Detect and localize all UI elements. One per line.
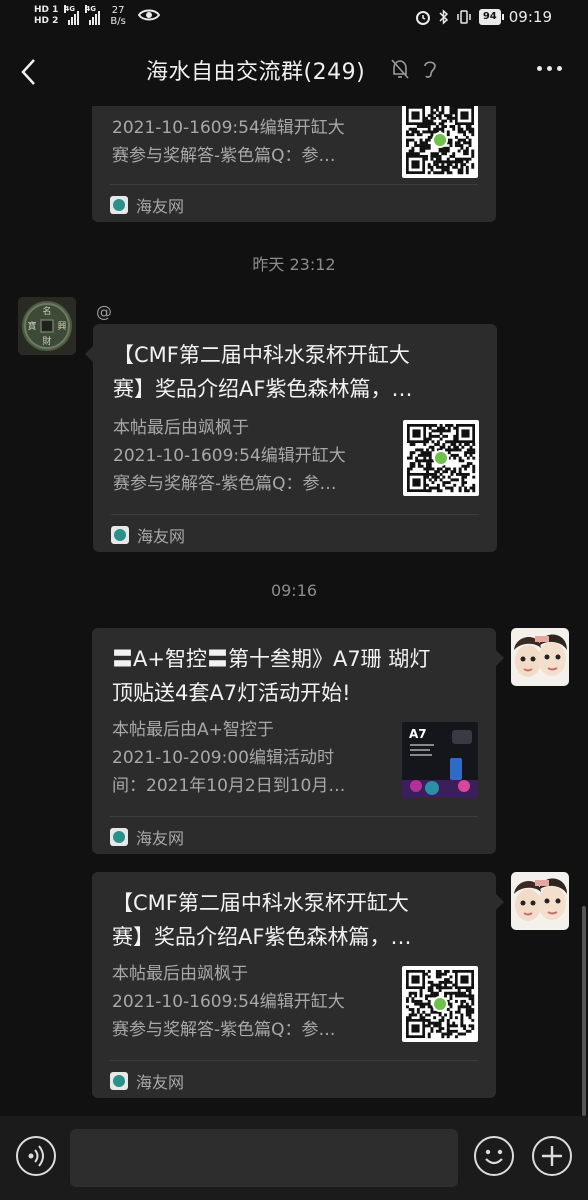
- coin-avatar-icon: 名 財 寶 興: [18, 297, 76, 355]
- more-icon[interactable]: [537, 66, 562, 71]
- qr-code-thumbnail: [403, 420, 479, 496]
- chat-header: 海水自由交流群(249): [0, 36, 588, 106]
- card-title: 【CMF第二届中科水泵杯开缸大 赛】奖品介绍AF紫色森林篇，…: [112, 891, 412, 949]
- emoji-icon[interactable]: [474, 1136, 514, 1176]
- selfie-avatar-icon: [511, 872, 569, 930]
- alarm-icon: [415, 11, 430, 25]
- link-card[interactable]: 2021-10-1609:54编辑开缸大 赛参与奖解答-紫色篇Q：参… 海友网: [92, 106, 496, 222]
- haiyou-logo-icon: [110, 828, 128, 846]
- card-title: 〓A+智控〓第十叁期》A7珊 瑚灯 顶贴送4套A7灯活动开始!: [112, 647, 431, 705]
- mute-icon: [391, 59, 409, 79]
- card-description: 本帖最后由飒枫于 2021-10-1609:54编辑开缸大 赛参与奖解答-紫色篇…: [112, 964, 345, 1040]
- link-card[interactable]: 【CMF第二届中科水泵杯开缸大 赛】奖品介绍AF紫色森林篇，… 本帖最后由飒枫于…: [93, 324, 497, 552]
- card-description: 2021-10-1609:54编辑开缸大 赛参与奖解答-紫色篇Q：参…: [112, 118, 345, 166]
- card-source: 海友网: [110, 1069, 184, 1093]
- card-source: 海友网: [110, 825, 184, 849]
- mention: @: [96, 302, 112, 321]
- timestamp: 昨天 23:12: [252, 255, 336, 274]
- hd1-indicator: HD 1: [34, 5, 59, 15]
- voice-icon[interactable]: [16, 1136, 56, 1176]
- signal-1-icon: 4G: [64, 5, 80, 25]
- hd2-indicator: HD 2: [34, 16, 59, 26]
- qr-code-thumbnail: [402, 966, 478, 1042]
- card-title: 【CMF第二届中科水泵杯开缸大 赛】奖品介绍AF紫色森林篇，…: [113, 343, 413, 401]
- link-card[interactable]: 【CMF第二届中科水泵杯开缸大 赛】奖品介绍AF紫色森林篇，… 本帖最后由飒枫于…: [92, 872, 496, 1098]
- svg-text:名: 名: [42, 305, 51, 317]
- svg-text:財: 財: [42, 335, 51, 347]
- input-bar: [0, 1116, 588, 1200]
- bluetooth-icon: [439, 9, 448, 25]
- haiyou-logo-icon: [111, 526, 129, 544]
- back-icon[interactable]: [18, 58, 42, 86]
- avatar[interactable]: [511, 872, 569, 930]
- vibrate-icon: [457, 10, 471, 24]
- svg-text:A7: A7: [409, 727, 427, 741]
- card-description: 本帖最后由A+智控于 2021-10-209:00编辑活动时 间：2021年10…: [112, 720, 346, 796]
- selfie-avatar-icon: [511, 628, 569, 686]
- page-title: 海水自由交流群(249): [146, 60, 366, 85]
- clock: 09:19: [508, 8, 552, 26]
- battery-icon: 94: [478, 9, 504, 25]
- signal-2-icon: 4G: [85, 5, 101, 25]
- eye-icon: [137, 9, 160, 21]
- ear-icon: [424, 61, 436, 78]
- svg-text:寶: 寶: [27, 320, 36, 332]
- card-description: 本帖最后由飒枫于 2021-10-1609:54编辑开缸大 赛参与奖解答-紫色篇…: [113, 418, 346, 494]
- haiyou-logo-icon: [110, 196, 128, 214]
- scrollbar[interactable]: [582, 906, 586, 1116]
- status-bar: HD 1 HD 2 4G 4G 27 B/s 94 09:19: [0, 0, 588, 36]
- haiyou-logo-icon: [110, 1072, 128, 1090]
- svg-text:興: 興: [57, 321, 66, 332]
- timestamp: 09:16: [270, 581, 318, 600]
- card-source: 海友网: [110, 193, 184, 217]
- link-card[interactable]: 〓A+智控〓第十叁期》A7珊 瑚灯 顶贴送4套A7灯活动开始! 本帖最后由A+智…: [92, 628, 496, 854]
- message-input[interactable]: [70, 1129, 458, 1187]
- network-speed: 27 B/s: [110, 5, 126, 27]
- qr-code-thumbnail: [402, 106, 478, 178]
- plus-icon[interactable]: [532, 1136, 572, 1176]
- message-list[interactable]: 2021-10-1609:54编辑开缸大 赛参与奖解答-紫色篇Q：参… 海友网 …: [0, 106, 588, 1116]
- avatar[interactable]: 名 財 寶 興: [18, 297, 76, 355]
- card-source: 海友网: [111, 523, 185, 547]
- a7-lamp-thumbnail: A7: [402, 722, 478, 798]
- avatar[interactable]: [511, 628, 569, 686]
